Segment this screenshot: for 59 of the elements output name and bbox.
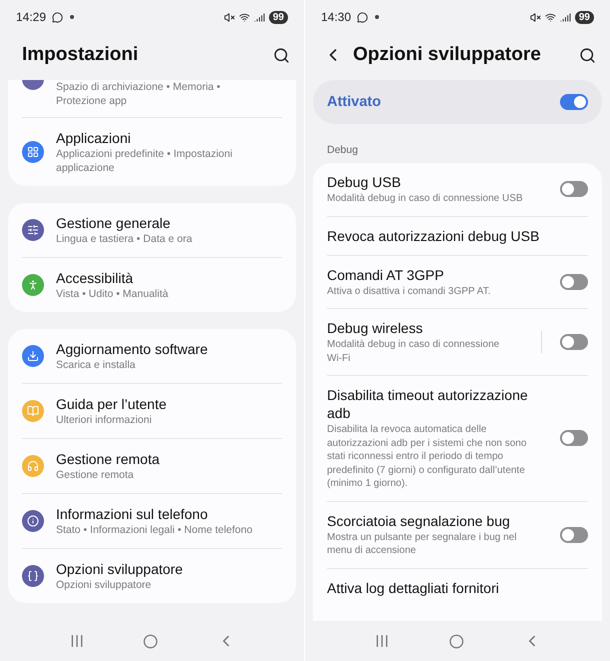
search-icon[interactable]	[579, 46, 596, 64]
option-title: Debug wireless	[327, 319, 424, 337]
chat-icon	[357, 12, 368, 22]
item-title[interactable]: Applicazioni	[56, 129, 282, 147]
item-subtitle: Gestione remota	[56, 468, 135, 482]
toggle-switch[interactable]	[560, 334, 588, 350]
mute-icon	[530, 12, 541, 22]
wifi-icon	[544, 12, 556, 22]
option-description: Modalità debug in caso di connessione Wi-Fi	[327, 338, 500, 365]
section-header: Debug	[327, 144, 359, 156]
toggle-switch[interactable]	[560, 430, 588, 446]
page-title: Opzioni sviluppatore	[353, 44, 542, 66]
item-subtitle: Scarica e installa	[56, 358, 136, 372]
wifi-icon	[238, 12, 250, 22]
item-subtitle: Spazio di archiviazione • Memoria •	[56, 80, 222, 94]
item-subtitle: Stato • Informazioni legali • Nome telefono	[56, 523, 254, 537]
item-title[interactable]: Aggiornamento software	[56, 340, 282, 358]
status-time: 14:29	[16, 10, 46, 24]
search-icon[interactable]	[273, 46, 290, 64]
item-subtitle: Protezione app	[56, 94, 128, 108]
item-title[interactable]: Opzioni sviluppatore	[56, 560, 282, 578]
option-description: Modalità debug in caso di connessione USB	[327, 192, 524, 206]
option-description: Disabilita la revoca automatica delle autorizzazioni adb per i sistemi che non sono stati riconnessi entro il periodo di tempo predefinito (7 giorni) o configurato dall’utente (minimo 1 giorno).	[327, 423, 528, 490]
item-title[interactable]: Accessibilità	[56, 269, 282, 287]
item-subtitle: Ulteriori informazioni	[56, 413, 153, 427]
option-description: Mostra un pulsante per segnalare i bug nel menu di accensione	[327, 530, 518, 558]
battery-level: 99	[574, 10, 594, 24]
home-icon[interactable]	[143, 634, 158, 648]
toggle-switch[interactable]	[560, 274, 588, 290]
item-title[interactable]: Guida per l’utente	[56, 395, 282, 413]
item-title[interactable]: Informazioni sul telefono	[56, 505, 282, 523]
toggle-switch[interactable]	[560, 181, 588, 198]
item-subtitle: Vista • Udito • Manualità	[56, 287, 170, 301]
dot-icon	[70, 15, 74, 19]
battery-level: 99	[268, 10, 288, 24]
page-title: Impostazioni	[22, 44, 140, 66]
item-title[interactable]: Gestione generale	[56, 214, 282, 232]
item-title[interactable]: Gestione remota	[56, 450, 282, 468]
recent-apps-icon[interactable]	[69, 633, 86, 649]
option-title: Comandi AT 3GPP	[327, 266, 445, 284]
toggle-switch[interactable]	[560, 526, 588, 542]
home-icon[interactable]	[448, 634, 464, 648]
option-title[interactable]: Revoca autorizzazioni debug USB	[327, 226, 570, 244]
option-title: Debug USB	[327, 173, 402, 191]
item-subtitle: Opzioni sviluppatore	[56, 578, 152, 592]
mute-icon	[224, 12, 235, 22]
option-title: Scorciatoia segnalazione bug	[327, 512, 511, 530]
toggle-switch[interactable]	[560, 94, 588, 110]
item-subtitle: Applicazioni predefinite • Impostazioni applicazione	[56, 147, 234, 175]
option-title[interactable]: Attiva log dettagliati fornitori	[327, 578, 570, 596]
recent-apps-icon[interactable]	[374, 633, 390, 649]
master-label: Attivato	[327, 94, 382, 110]
chat-icon	[52, 12, 64, 22]
dot-icon	[375, 15, 380, 19]
option-title: Disabilita timeout autorizzazione adb	[327, 386, 529, 422]
option-description: Attiva o disattiva i comandi 3GPP AT.	[327, 284, 492, 298]
status-time: 14:30	[321, 10, 352, 24]
master-switch-bar[interactable]: Attivato	[313, 80, 602, 124]
item-subtitle: Lingua e tastiera • Data e ora	[56, 232, 194, 246]
